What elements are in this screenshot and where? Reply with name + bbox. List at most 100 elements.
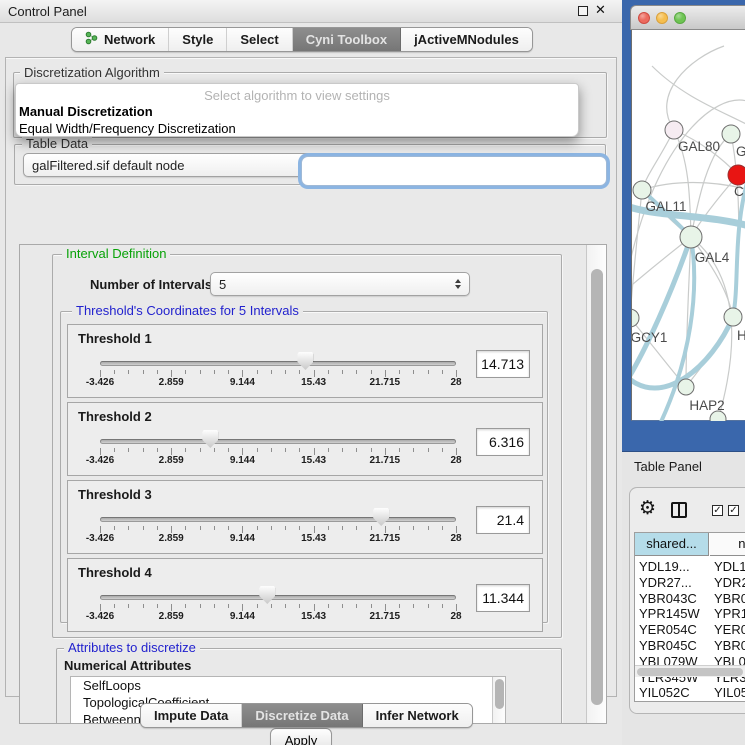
tick-mark — [157, 448, 158, 452]
network-node-hap2[interactable] — [678, 379, 694, 395]
traffic-light-close[interactable] — [638, 12, 650, 24]
list-scrollbar[interactable] — [492, 677, 505, 724]
network-node-gal4[interactable] — [680, 226, 702, 248]
network-canvas[interactable]: GAL80GALCGAL11GAL4GCY1HHAP2 — [631, 30, 745, 421]
threshold-slider-track[interactable] — [100, 361, 456, 366]
bottom-tab-impute-data[interactable]: Impute Data — [141, 704, 242, 727]
table-row[interactable]: YIL052CYIL052C — [635, 685, 745, 701]
tick-mark — [185, 370, 186, 374]
table-row[interactable]: YDR27...YDR27... — [635, 575, 745, 591]
threshold-slider-track[interactable] — [100, 595, 456, 600]
checkbox-icon[interactable]: ✓ — [728, 505, 739, 516]
tick-mark — [200, 526, 201, 530]
top-tab-bar: NetworkStyleSelect Cyni Toolbox jActiveMNo… — [71, 27, 533, 52]
tick-mark — [342, 526, 343, 530]
columns-icon[interactable] — [671, 502, 687, 518]
network-edge[interactable] — [642, 130, 674, 190]
column-header-shared-name[interactable]: shared... — [635, 533, 709, 556]
column-header-name[interactable]: name — [710, 533, 745, 556]
popup-option-manual-discretization[interactable]: Manual Discretization — [19, 104, 153, 119]
tick-mark — [143, 526, 144, 530]
tick-mark — [371, 448, 372, 452]
threshold-slider-track[interactable] — [100, 517, 456, 522]
threshold-value-field[interactable]: 6.316 — [476, 428, 530, 456]
checkbox-icon[interactable]: ✓ — [712, 505, 723, 516]
tab-select[interactable]: Select — [227, 28, 292, 51]
algorithm-combo-focused[interactable] — [301, 156, 607, 186]
threshold-slider-track[interactable] — [100, 439, 456, 444]
traffic-light-zoom[interactable] — [674, 12, 686, 24]
num-intervals-combo[interactable]: 5 — [210, 272, 470, 296]
tick-label: 9.144 — [230, 455, 255, 466]
threshold-label: Threshold 3 — [78, 487, 152, 502]
node-label: H — [737, 328, 745, 343]
tab-cyni-toolbox-label: Cyni Toolbox — [306, 32, 387, 47]
cell-name: YPR145W — [714, 606, 745, 621]
network-edge[interactable] — [667, 46, 724, 130]
table-row[interactable]: YBR043CYBR043C — [635, 591, 745, 607]
popup-prompt: Select algorithm to view settings — [16, 88, 578, 103]
cell-name: YIL052C — [714, 685, 745, 700]
network-edge[interactable] — [642, 183, 745, 191]
gear-icon[interactable]: ⚙ — [639, 499, 656, 518]
table-row[interactable]: YER054CYER054C — [635, 622, 745, 638]
node-label: GAL — [736, 144, 745, 159]
threshold-value-field[interactable]: 21.4 — [476, 506, 530, 534]
tick-mark — [328, 370, 329, 374]
network-node-gcy1[interactable] — [632, 309, 639, 327]
tick-mark — [456, 526, 457, 533]
tick-label: 9.144 — [230, 611, 255, 622]
table-horizontal-scrollbar[interactable] — [635, 665, 745, 677]
threshold-slider-thumb[interactable] — [297, 352, 313, 370]
threshold-slider-thumb[interactable] — [259, 586, 275, 604]
network-node-gal[interactable] — [722, 125, 740, 143]
table-row[interactable]: YDL19...YDL19... — [635, 559, 745, 575]
tick-mark — [428, 448, 429, 452]
tick-mark — [200, 448, 201, 452]
network-node-gal80[interactable] — [665, 121, 683, 139]
network-window-titlebar[interactable] — [630, 5, 745, 30]
tick-mark — [442, 448, 443, 452]
interval-definition-label: Interval Definition — [62, 247, 170, 261]
tab-network[interactable]: Network — [72, 28, 169, 51]
bottom-tab-infer-network[interactable]: Infer Network — [363, 704, 472, 727]
tick-mark — [100, 604, 101, 611]
table-panel-title: Table Panel — [634, 459, 702, 474]
network-node-gal11[interactable] — [633, 181, 651, 199]
network-edge[interactable] — [652, 66, 745, 126]
network-edge[interactable] — [632, 317, 733, 388]
cell-shared-name: YDR27... — [639, 575, 692, 590]
tick-mark — [100, 448, 101, 455]
settings-scrollbar[interactable] — [586, 245, 606, 723]
tick-mark — [328, 526, 329, 530]
threshold-value-field[interactable]: 11.344 — [476, 584, 530, 612]
close-icon[interactable]: ✕ — [595, 2, 606, 18]
cyni-toolbox-pane: Discretization Algorithm Table Data galF… — [5, 57, 617, 697]
tick-label: 28 — [450, 611, 461, 622]
table-row[interactable]: YBR045CYBR045C — [635, 638, 745, 654]
table-row[interactable]: YPR145WYPR145W — [635, 606, 745, 622]
tick-mark — [314, 604, 315, 611]
threshold-value-field[interactable]: 14.713 — [476, 350, 530, 378]
tab-jactivemnodules[interactable]: jActiveMNodules — [401, 28, 532, 51]
tick-mark — [128, 370, 129, 374]
network-node-c[interactable] — [728, 165, 745, 185]
tick-mark — [271, 448, 272, 452]
attribute-item-selfloops[interactable]: SelfLoops — [71, 677, 505, 694]
network-edge[interactable] — [691, 237, 733, 317]
tick-mark — [143, 370, 144, 374]
network-node-h[interactable] — [724, 308, 742, 326]
apply-button[interactable]: Apply — [270, 728, 332, 745]
tab-cyni-toolbox[interactable]: Cyni Toolbox — [293, 28, 401, 51]
popup-option-equal-width[interactable]: Equal Width/Frequency Discretization — [19, 121, 236, 136]
threshold-slider-thumb[interactable] — [202, 430, 218, 448]
threshold-panel-3: Threshold 3-3.4262.8599.14415.4321.71528… — [67, 480, 543, 554]
float-window-icon[interactable] — [578, 6, 588, 16]
tick-label: 28 — [450, 533, 461, 544]
tick-mark — [228, 370, 229, 374]
threshold-slider-thumb[interactable] — [373, 508, 389, 526]
tab-style[interactable]: Style — [169, 28, 227, 51]
bottom-tab-discretize-data[interactable]: Discretize Data — [242, 704, 362, 727]
tick-mark — [399, 526, 400, 530]
traffic-light-minimize[interactable] — [656, 12, 668, 24]
